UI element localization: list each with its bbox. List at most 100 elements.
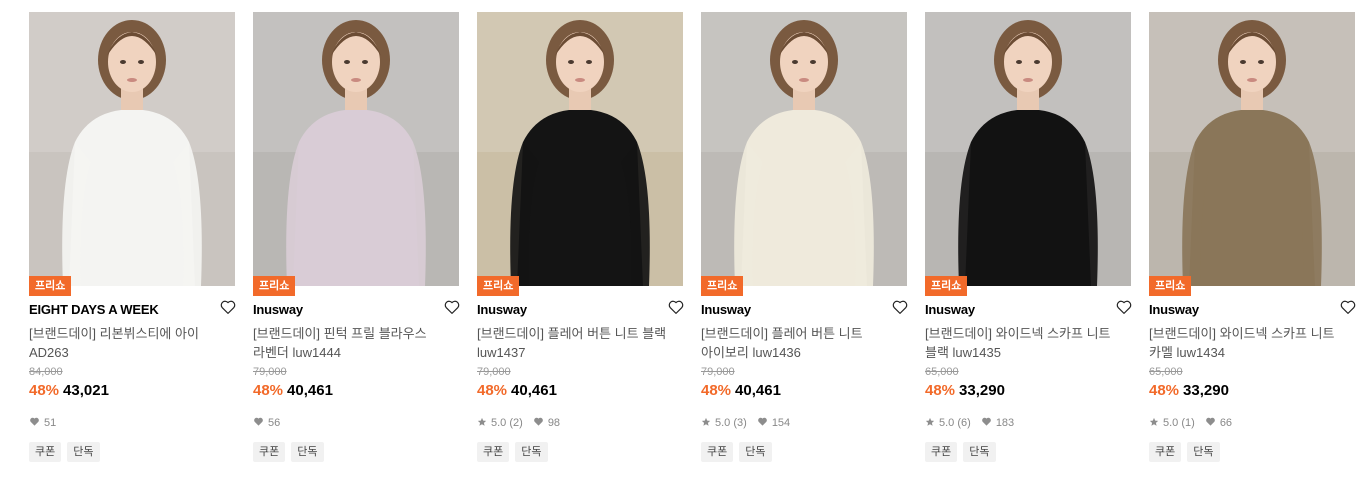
rating: 5.0 (2) [477,417,523,430]
likes: 154 [757,416,790,430]
star-icon [925,417,939,430]
brand-name[interactable]: Inusway [925,302,975,317]
likes: 98 [533,416,560,430]
product-image[interactable] [701,12,907,286]
product-stats: 5.0 (3) 154 [701,416,907,430]
product-name[interactable]: [브랜드데이] 플레어 버튼 니트 아이보리 luw1436 [701,324,907,362]
tag-coupon: 쿠폰 [29,442,62,462]
product-info: Inusway [브랜드데이] 와이드넥 스카프 니트 블랙 luw1435 6… [925,286,1132,462]
like-count: 98 [547,417,561,429]
brand-name[interactable]: Inusway [1149,302,1199,317]
sale-price: 43,021 [63,382,109,399]
product-card[interactable]: 프리쇼 Inusway [브랜드데이] 와이드넥 스카프 니트 카멜 luw14… [1149,12,1356,462]
review-count: (2) [509,417,523,429]
review-count: (3) [733,417,747,429]
like-count: 51 [44,417,57,429]
product-stats: 51 [29,416,235,430]
original-price: 79,000 [477,366,511,378]
original-price: 65,000 [1149,366,1183,378]
tag-coupon: 쿠폰 [253,442,286,462]
heart-icon[interactable] [667,298,684,321]
sale-price: 33,290 [959,382,1005,399]
product-info: Inusway [브랜드데이] 와이드넥 스카프 니트 카멜 luw1434 6… [1149,286,1356,462]
heart-filled-icon [981,416,996,430]
review-count: (6) [957,417,971,429]
brand-name[interactable]: EIGHT DAYS A WEEK [29,302,159,317]
original-price: 84,000 [29,366,63,378]
rating-value: 5.0 [715,417,731,429]
like-count: 154 [771,417,791,429]
likes: 183 [981,416,1014,430]
price-row: 48% 43,021 [29,382,235,400]
heart-filled-icon [533,416,548,430]
sale-price: 33,290 [1183,382,1229,399]
tag-list: 쿠폰 단독 [701,442,907,462]
heart-icon[interactable] [1115,298,1132,321]
tag-exclusive: 단독 [515,442,548,462]
tag-exclusive: 단독 [963,442,996,462]
price-row: 48% 40,461 [253,382,459,400]
product-card[interactable]: 프리쇼 Inusway [브랜드데이] 플레어 버튼 니트 아이보리 luw14… [701,12,908,462]
product-card[interactable]: 프리쇼 EIGHT DAYS A WEEK [브랜드데이] 리본뷔스티에 아이 … [29,12,236,462]
original-price: 79,000 [253,366,287,378]
heart-filled-icon [29,416,44,430]
heart-icon[interactable] [443,298,460,321]
tag-coupon: 쿠폰 [1149,442,1182,462]
product-image[interactable] [253,12,459,286]
brand-name[interactable]: Inusway [701,302,751,317]
review-count: (1) [1181,417,1195,429]
heart-icon[interactable] [219,298,236,321]
brand-name[interactable]: Inusway [477,302,527,317]
tag-list: 쿠폰 단독 [477,442,683,462]
original-price: 65,000 [925,366,959,378]
discount-rate: 48% [925,382,956,399]
product-info: Inusway [브랜드데이] 플레어 버튼 니트 블랙 luw1437 79,… [477,286,684,462]
heart-filled-icon [1205,416,1220,430]
product-name[interactable]: [브랜드데이] 핀턱 프릴 블라우스 라벤더 luw1444 [253,324,459,362]
heart-filled-icon [253,416,268,430]
star-icon [701,417,715,430]
product-card[interactable]: 프리쇼 Inusway [브랜드데이] 플레어 버튼 니트 블랙 luw1437… [477,12,684,462]
product-card[interactable]: 프리쇼 Inusway [브랜드데이] 핀턱 프릴 블라우스 라벤더 luw14… [253,12,460,462]
discount-rate: 48% [1149,382,1180,399]
product-image[interactable] [1149,12,1355,286]
product-card[interactable]: 프리쇼 Inusway [브랜드데이] 와이드넥 스카프 니트 블랙 luw14… [925,12,1132,462]
star-icon [477,417,491,430]
sale-price: 40,461 [511,382,557,399]
discount-rate: 48% [701,382,732,399]
original-price: 79,000 [701,366,735,378]
rating-value: 5.0 [939,417,955,429]
product-image[interactable] [29,12,235,286]
likes: 56 [253,416,280,430]
discount-rate: 48% [477,382,508,399]
price-row: 48% 40,461 [701,382,907,400]
rating-value: 5.0 [1163,417,1179,429]
tag-coupon: 쿠폰 [701,442,734,462]
product-stats: 56 [253,416,459,430]
tag-list: 쿠폰 단독 [253,442,459,462]
product-name[interactable]: [브랜드데이] 플레어 버튼 니트 블랙 luw1437 [477,324,683,362]
product-image[interactable] [477,12,683,286]
product-grid: 프리쇼 EIGHT DAYS A WEEK [브랜드데이] 리본뷔스티에 아이 … [29,12,1356,462]
product-stats: 5.0 (1) 66 [1149,416,1355,430]
like-count: 56 [268,417,281,429]
product-stats: 5.0 (6) 183 [925,416,1131,430]
product-name[interactable]: [브랜드데이] 리본뷔스티에 아이 AD263 [29,324,235,362]
tag-exclusive: 단독 [67,442,100,462]
like-count: 66 [1219,417,1233,429]
price-row: 48% 33,290 [925,382,1131,400]
likes: 51 [29,416,56,430]
product-image[interactable] [925,12,1131,286]
tag-list: 쿠폰 단독 [1149,442,1355,462]
tag-exclusive: 단독 [291,442,324,462]
tag-list: 쿠폰 단독 [925,442,1131,462]
product-name[interactable]: [브랜드데이] 와이드넥 스카프 니트 카멜 luw1434 [1149,324,1355,362]
product-name[interactable]: [브랜드데이] 와이드넥 스카프 니트 블랙 luw1435 [925,324,1131,362]
tag-coupon: 쿠폰 [925,442,958,462]
discount-rate: 48% [253,382,284,399]
heart-icon[interactable] [1339,298,1356,321]
brand-name[interactable]: Inusway [253,302,303,317]
star-icon [1149,417,1163,430]
heart-icon[interactable] [891,298,908,321]
product-info: EIGHT DAYS A WEEK [브랜드데이] 리본뷔스티에 아이 AD26… [29,286,236,462]
